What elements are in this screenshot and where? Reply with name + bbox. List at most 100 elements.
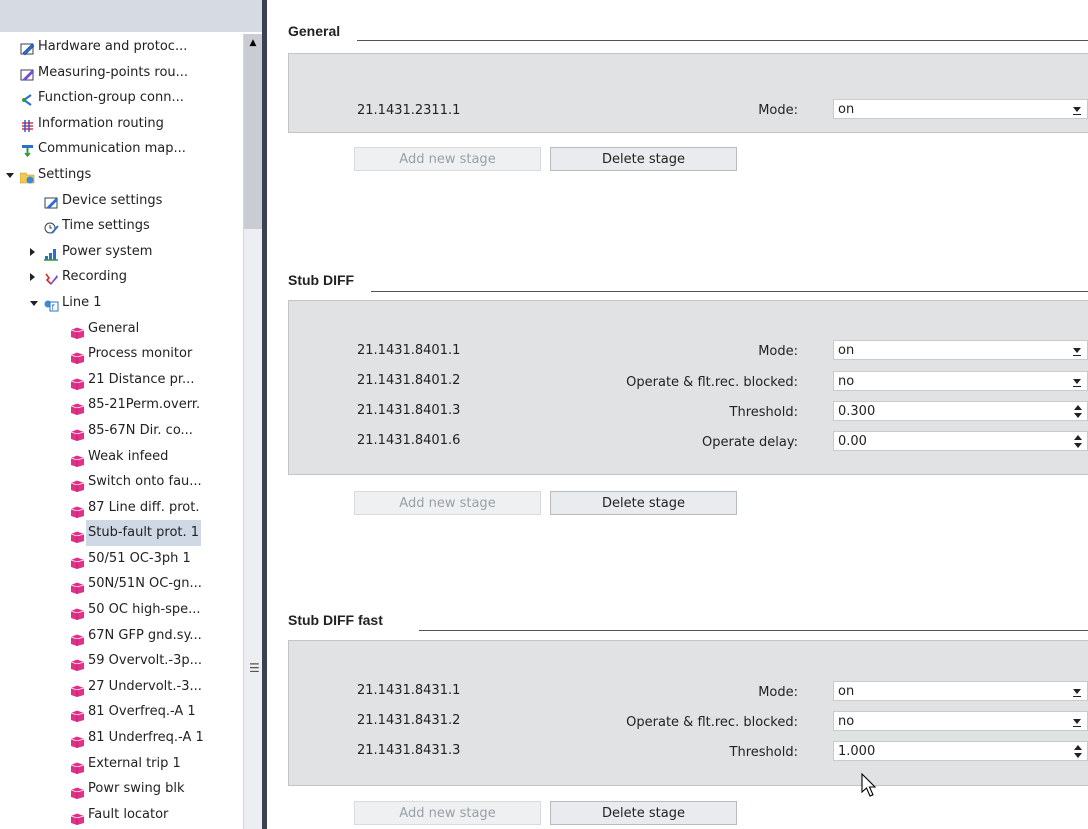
function-group-icon xyxy=(20,91,35,107)
tree-item-label: 85-21Perm.overr. xyxy=(88,397,201,413)
tree-item-stub-fault-prot-1[interactable]: Stub-fault prot. 1 xyxy=(0,520,244,546)
section-panel-stub-diff: 21.1431.8401.1 Mode: on 21.1431.8401.2 O… xyxy=(288,300,1088,475)
delete-stage-button[interactable]: Delete stage xyxy=(550,147,737,171)
parameter-label: Mode: xyxy=(758,103,798,118)
tree-item-85-67n-dir-co[interactable]: 85-67N Dir. co... xyxy=(0,418,244,444)
tree-item-label: Fault locator xyxy=(88,806,169,822)
expand-arrow-icon[interactable] xyxy=(30,273,35,282)
settings-folder-icon xyxy=(19,168,35,184)
tree-item-power-system[interactable]: Power system xyxy=(0,239,244,265)
tree-item-50-oc-high-spe[interactable]: 50 OC high-spe... xyxy=(0,597,244,623)
tree-item-label: 50/51 OC-3ph 1 xyxy=(88,550,191,566)
tree-item-27-undervolt-3[interactable]: 27 Undervolt.-3... xyxy=(0,674,244,700)
tree-item-function-group-conn[interactable]: Function-group conn... xyxy=(0,85,244,111)
function-block-icon xyxy=(70,374,85,390)
tree-item-85-21perm-overr[interactable]: 85-21Perm.overr. xyxy=(0,392,244,418)
tree-item-settings[interactable]: Settings xyxy=(0,162,244,188)
scrollbar-thumb[interactable] xyxy=(244,34,262,229)
scroll-up-arrow-icon[interactable]: ▲ xyxy=(246,36,260,50)
expand-arrow-icon[interactable] xyxy=(30,247,35,256)
add-new-stage-button[interactable]: Add new stage xyxy=(354,801,541,825)
operate-blocked-dropdown[interactable]: no xyxy=(833,711,1088,731)
dropdown-value: on xyxy=(838,102,855,117)
tree-item-information-routing[interactable]: Information routing xyxy=(0,111,244,137)
recording-icon xyxy=(44,270,59,286)
tree-item-recording[interactable]: Recording xyxy=(0,264,244,290)
tree-item-communication-map[interactable]: Communication map... xyxy=(0,136,244,162)
spinner-arrows-icon[interactable] xyxy=(1073,434,1083,450)
collapse-arrow-icon[interactable] xyxy=(30,300,38,306)
tree-item-time-settings[interactable]: Time settings xyxy=(0,213,244,239)
tree-item-process-monitor[interactable]: Process monitor xyxy=(0,341,244,367)
parameter-id: 21.1431.8401.2 xyxy=(357,373,461,388)
section-panel-stub-diff-fast: 21.1431.8431.1 Mode: on 21.1431.8431.2 O… xyxy=(288,640,1088,786)
section-title-stub-diff-fast: Stub DIFF fast xyxy=(288,612,387,628)
measuring-points-icon xyxy=(20,66,35,81)
spinner-arrows-icon[interactable] xyxy=(1073,744,1083,760)
threshold-input[interactable]: 1.000 xyxy=(833,741,1088,761)
tree-item-81-underfreq-a-1[interactable]: 81 Underfreq.-A 1 xyxy=(0,725,244,751)
tree-item-fault-locator[interactable]: Fault locator xyxy=(0,802,244,828)
dropdown-arrow-icon[interactable] xyxy=(1071,376,1083,388)
tree-item-label: Stub-fault prot. 1 xyxy=(86,520,202,546)
tree-item-label: General xyxy=(88,320,140,336)
section-title-general: General xyxy=(288,23,345,39)
operate-blocked-dropdown[interactable]: no xyxy=(833,371,1088,391)
add-new-stage-button[interactable]: Add new stage xyxy=(354,147,541,171)
parameter-id: 21.1431.8401.3 xyxy=(357,403,461,418)
tree-item-line-1[interactable]: f Line 1 xyxy=(0,290,244,316)
tree-scrollbar[interactable]: ▲ ☰ xyxy=(243,34,262,829)
dropdown-arrow-icon[interactable] xyxy=(1071,345,1083,357)
tree-item-21-distance-pr[interactable]: 21 Distance pr... xyxy=(0,367,244,393)
tree-item-50-51-oc-3ph-1[interactable]: 50/51 OC-3ph 1 xyxy=(0,546,244,572)
tree-item-label: 59 Overvolt.-3p... xyxy=(88,653,203,669)
operate-delay-input[interactable]: 0.00 xyxy=(833,431,1088,451)
delete-stage-button[interactable]: Delete stage xyxy=(550,491,737,515)
tree-item-label: 50N/51N OC-gn... xyxy=(88,576,202,592)
spinner-arrows-icon[interactable] xyxy=(1073,404,1083,420)
collapse-arrow-icon[interactable] xyxy=(6,172,14,178)
dropdown-arrow-icon[interactable] xyxy=(1071,716,1083,728)
svg-text:f: f xyxy=(52,303,55,312)
scroll-grip-icon: ☰ xyxy=(249,661,260,675)
parameter-label: Operate delay: xyxy=(702,435,798,450)
tree-item-external-trip-1[interactable]: External trip 1 xyxy=(0,751,244,777)
mode-dropdown[interactable]: on xyxy=(833,681,1088,701)
tree-item-label: Line 1 xyxy=(62,294,102,310)
tree-item-59-overvolt-3p[interactable]: 59 Overvolt.-3p... xyxy=(0,648,244,674)
parameter-id: 21.1431.8401.6 xyxy=(357,433,461,448)
function-block-icon xyxy=(70,655,85,672)
tree-item-powr-swing-blk[interactable]: Powr swing blk xyxy=(0,776,244,802)
tree-item-general[interactable]: General xyxy=(0,316,244,342)
dropdown-value: on xyxy=(838,343,855,358)
tree-item-67n-gfp-gnd-sy[interactable]: 67N GFP gnd.sy... xyxy=(0,623,244,649)
delete-stage-button[interactable]: Delete stage xyxy=(550,801,737,825)
input-value: 1.000 xyxy=(838,744,876,759)
tree-item-device-settings[interactable]: Device settings xyxy=(0,188,244,214)
parameter-label: Operate & flt.rec. blocked: xyxy=(626,715,798,730)
mode-dropdown[interactable]: on xyxy=(833,340,1088,360)
tree-item-label: Time settings xyxy=(62,218,150,234)
tree-item-label: Weak infeed xyxy=(88,448,169,464)
tree-item-50n-51n-oc-gn[interactable]: 50N/51N OC-gn... xyxy=(0,571,244,597)
dropdown-arrow-icon[interactable] xyxy=(1071,686,1083,698)
tree-item-81-overfreq-a-1[interactable]: 81 Overfreq.-A 1 xyxy=(0,699,244,725)
tree-item-label: 27 Undervolt.-3... xyxy=(88,678,202,694)
tree-item-switch-onto-fau[interactable]: Switch onto fau... xyxy=(0,469,244,495)
tree-list: Hardware and protoc... Measuring-points r… xyxy=(0,34,244,827)
tree-item-weak-infeed[interactable]: Weak infeed xyxy=(0,444,244,470)
function-block-icon xyxy=(70,425,85,441)
tree-header xyxy=(0,0,262,32)
tree-item-87-line-diff-prot[interactable]: 87 Line diff. prot. xyxy=(0,495,244,521)
dropdown-arrow-icon[interactable] xyxy=(1071,104,1083,116)
parameter-label: Mode: xyxy=(758,685,798,700)
power-system-icon xyxy=(44,245,59,261)
mode-dropdown[interactable]: on xyxy=(833,99,1088,119)
threshold-input[interactable]: 0.300 xyxy=(833,401,1088,421)
settings-editor: General 21.1431.2311.1 Mode: on Add new … xyxy=(267,0,1088,829)
function-block-icon xyxy=(70,502,85,518)
add-new-stage-button[interactable]: Add new stage xyxy=(354,491,541,515)
tree-item-label: External trip 1 xyxy=(88,755,181,771)
tree-item-measuring-points-rou[interactable]: Measuring-points rou... xyxy=(0,60,244,86)
tree-item-hardware-and-protoc[interactable]: Hardware and protoc... xyxy=(0,34,244,60)
